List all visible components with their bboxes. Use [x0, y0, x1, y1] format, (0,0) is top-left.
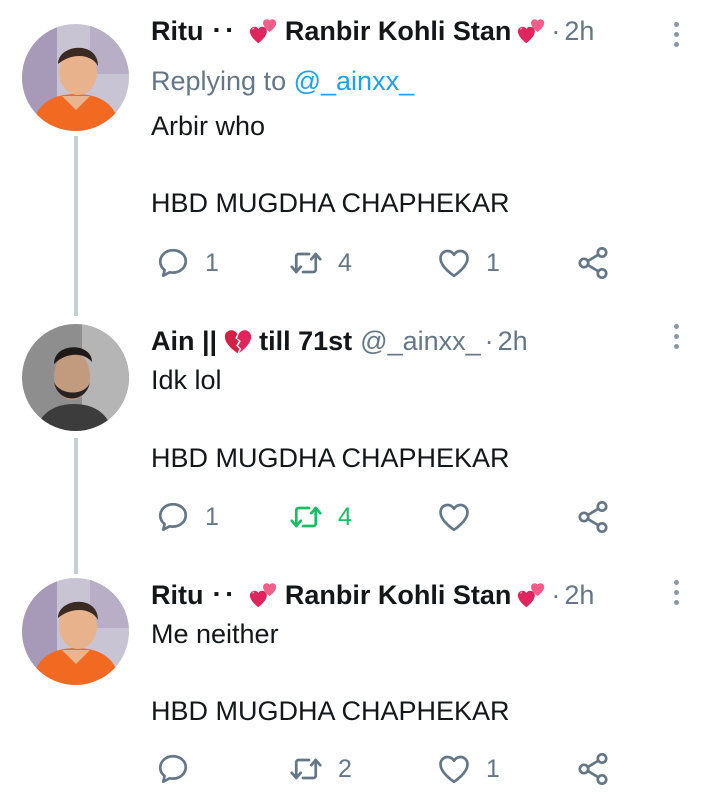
author-name-suffix[interactable]: Ranbir Kohli Stan — [285, 14, 512, 48]
square-marks: ▪▪ — [213, 22, 239, 39]
more-options-icon[interactable] — [671, 580, 681, 610]
more-options-icon[interactable] — [671, 22, 681, 52]
more-options-icon[interactable] — [671, 324, 681, 354]
tweet-1[interactable]: Ritu ▪▪ Ranbir Kohli Stan · 2h Replying … — [0, 0, 715, 316]
tweet-text-line: HBD MUGDHA CHAPHEKAR — [151, 188, 510, 218]
share-icon — [575, 245, 611, 281]
tweet-3[interactable]: Ritu ▪▪ Ranbir Kohli Stan · 2h Me neithe… — [0, 562, 715, 800]
author-name[interactable]: Ritu — [151, 14, 203, 48]
retweet-count: 2 — [338, 754, 352, 783]
like-count: 1 — [486, 248, 500, 277]
share-button[interactable] — [575, 243, 611, 283]
like-button[interactable]: 1 — [436, 243, 500, 283]
tweet-text-line: Me neither — [151, 619, 279, 649]
replying-to-handle[interactable]: @_ainxx_ — [294, 66, 414, 96]
revolving-hearts-icon — [517, 580, 547, 610]
separator-dot: · — [484, 326, 494, 356]
retweet-icon — [288, 751, 324, 787]
share-icon — [575, 751, 611, 787]
retweet-button[interactable]: 4 — [288, 497, 352, 537]
author-name[interactable]: Ritu — [151, 578, 203, 612]
author-name-suffix[interactable]: till 71st — [259, 324, 352, 358]
revolving-hearts-icon — [249, 16, 279, 46]
avatar-ritu[interactable] — [22, 24, 129, 131]
replying-to-label: Replying to — [151, 66, 287, 96]
action-bar: 2 1 — [151, 749, 661, 789]
separator-dot: · — [551, 16, 561, 46]
reply-count: 1 — [205, 502, 219, 531]
square-marks: ▪▪ — [213, 586, 239, 603]
tweet-header: Ritu ▪▪ Ranbir Kohli Stan · 2h — [151, 14, 655, 48]
retweet-button[interactable]: 4 — [288, 243, 352, 283]
like-button[interactable] — [436, 497, 486, 537]
reply-button[interactable] — [155, 749, 205, 789]
share-button[interactable] — [575, 497, 611, 537]
retweet-count: 4 — [338, 502, 352, 531]
thread-line — [74, 136, 78, 316]
share-icon — [575, 499, 611, 535]
retweet-count: 4 — [338, 248, 352, 277]
tweet-text-line: HBD MUGDHA CHAPHEKAR — [151, 696, 510, 726]
timestamp[interactable]: 2h — [498, 324, 528, 358]
retweet-icon — [288, 499, 324, 535]
retweet-button[interactable]: 2 — [288, 749, 352, 789]
timestamp[interactable]: 2h — [564, 14, 594, 48]
reply-button[interactable]: 1 — [155, 497, 219, 537]
reply-button[interactable]: 1 — [155, 243, 219, 283]
like-count: 1 — [486, 754, 500, 783]
share-button[interactable] — [575, 749, 611, 789]
author-handle[interactable]: @_ainxx_ — [360, 324, 480, 358]
revolving-hearts-icon — [249, 580, 279, 610]
like-icon — [436, 245, 472, 281]
tweet-header: Ritu ▪▪ Ranbir Kohli Stan · 2h — [151, 578, 655, 612]
tweet-text-line: Arbir who — [151, 111, 266, 141]
tweet-2[interactable]: Ain || till 71st @_ainxx_ · 2h Idk lol H… — [0, 304, 715, 574]
reply-icon — [155, 751, 191, 787]
action-bar: 1 4 1 — [151, 243, 661, 283]
reply-count: 1 — [205, 248, 219, 277]
broken-heart-icon — [223, 326, 253, 356]
revolving-hearts-icon — [517, 16, 547, 46]
like-icon — [436, 499, 472, 535]
tweet-text-line: HBD MUGDHA CHAPHEKAR — [151, 443, 510, 473]
like-button[interactable]: 1 — [436, 749, 500, 789]
author-name[interactable]: Ain || — [151, 324, 217, 358]
reply-icon — [155, 245, 191, 281]
author-name-suffix[interactable]: Ranbir Kohli Stan — [285, 578, 512, 612]
separator-dot: · — [551, 580, 561, 610]
avatar-ritu[interactable] — [22, 578, 129, 685]
tweet-header: Ain || till 71st @_ainxx_ · 2h — [151, 324, 655, 358]
action-bar: 1 4 — [151, 497, 661, 537]
tweet-text-line: Idk lol — [151, 365, 222, 395]
reply-icon — [155, 499, 191, 535]
retweet-icon — [288, 245, 324, 281]
avatar-ain[interactable] — [22, 324, 129, 431]
timestamp[interactable]: 2h — [564, 578, 594, 612]
like-icon — [436, 751, 472, 787]
thread-line — [74, 438, 78, 574]
replying-to: Replying to @_ainxx_ — [151, 64, 414, 98]
